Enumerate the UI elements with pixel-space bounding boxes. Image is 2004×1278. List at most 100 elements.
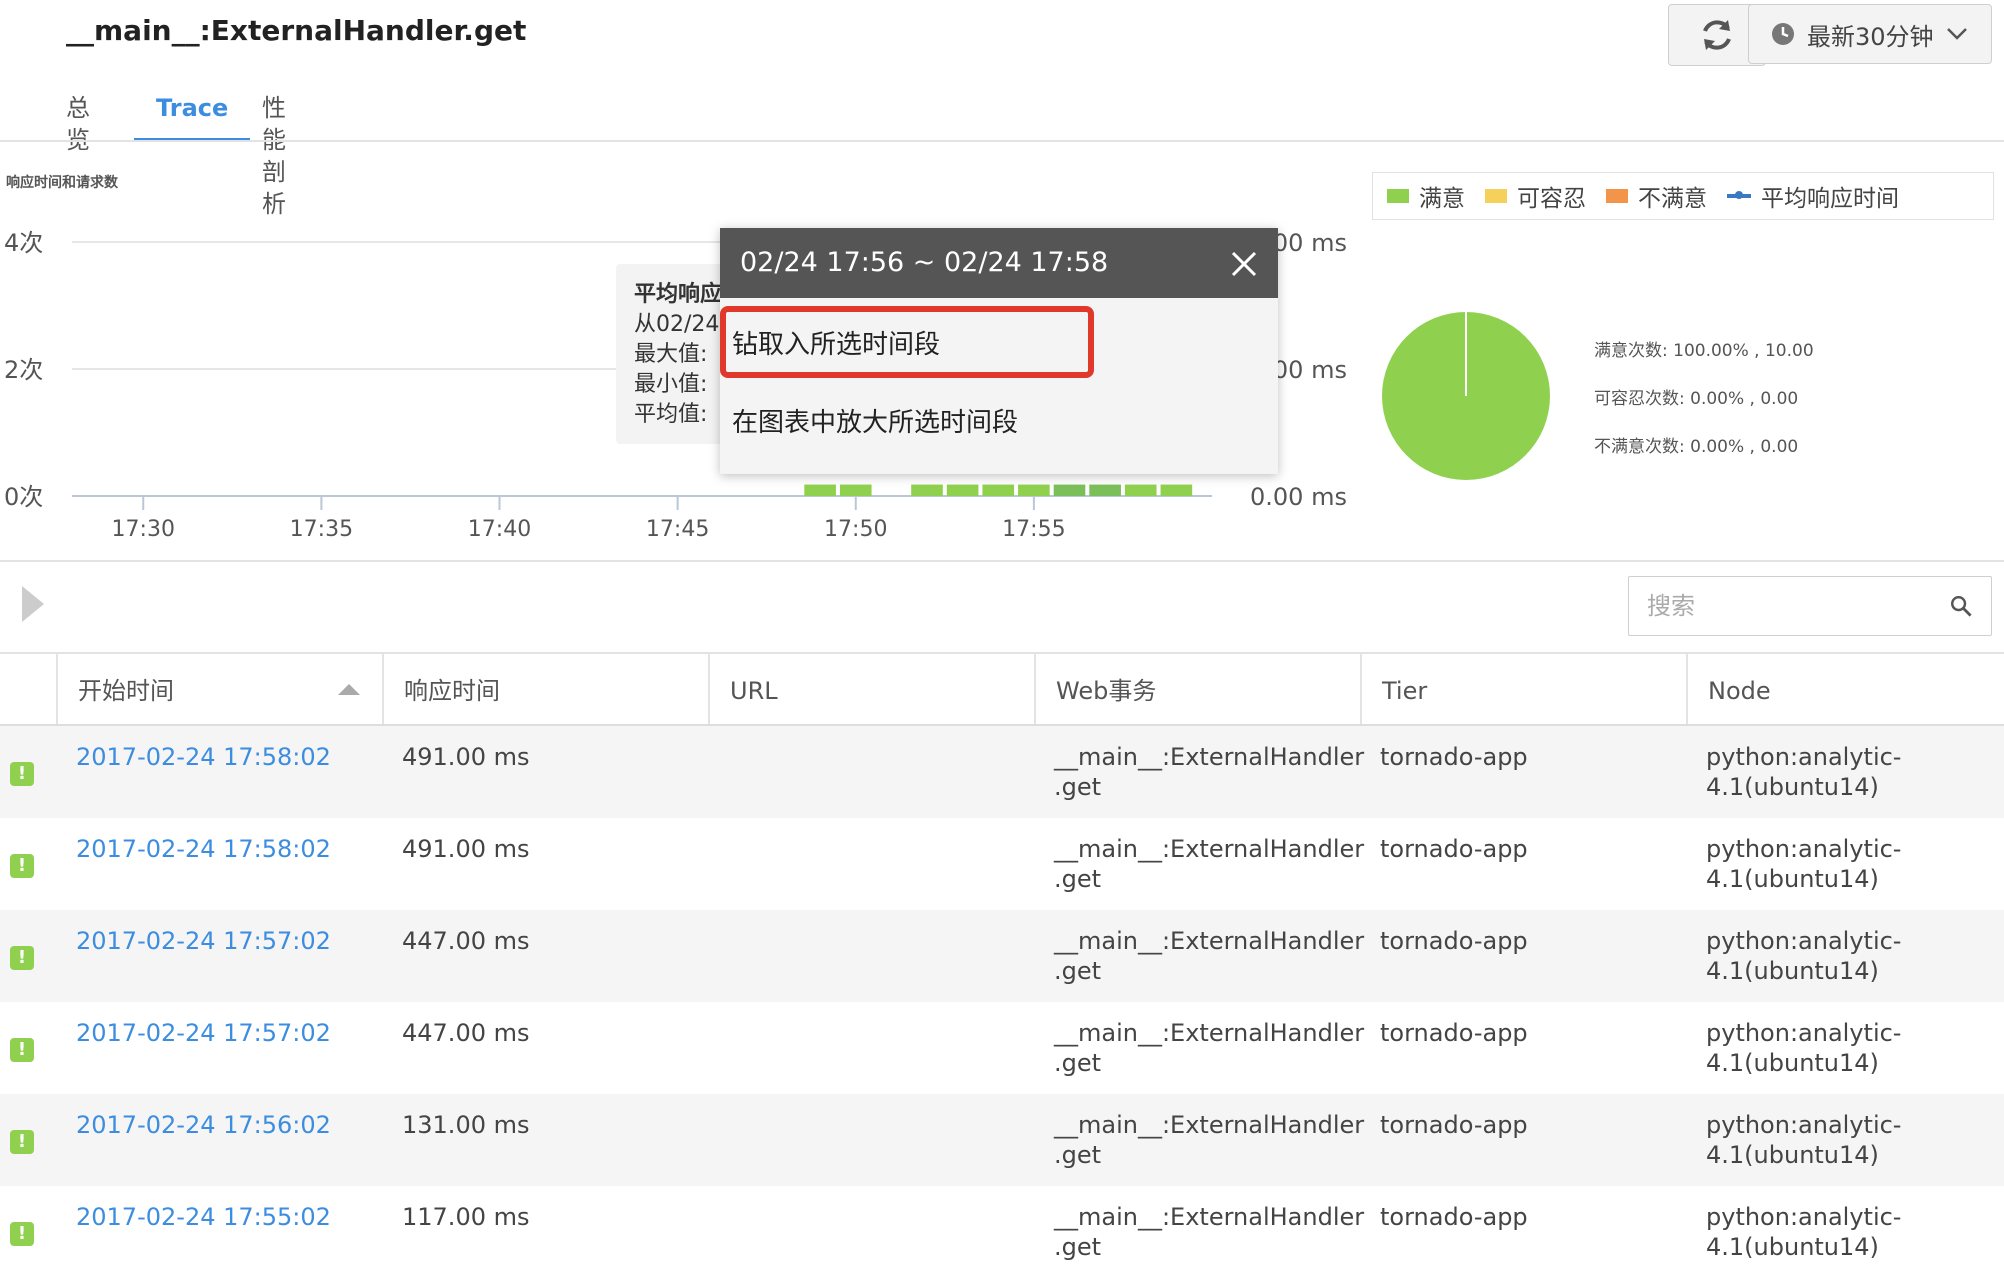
tier-cell: tornado-app [1380,742,1528,772]
start-time-link[interactable]: 2017-02-24 17:56:02 [76,1110,331,1140]
web-transaction-line: __main__:ExternalHandler [1054,743,1365,771]
node-cell-line: 4.1(ubuntu14) [1706,1049,1879,1077]
table-body: ! 2017-02-24 17:58:02 491.00 ms __main__:Ex… [0,726,2004,1278]
tier-cell: tornado-app [1380,1202,1528,1232]
column-header-response-time[interactable]: 响应时间 [382,654,708,724]
column-header-node[interactable]: Node [1686,654,2004,724]
node-cell-line: 4.1(ubuntu14) [1706,773,1879,801]
web-transaction-line: __main__:ExternalHandler [1054,927,1365,955]
tier-cell-line: tornado-app [1380,743,1528,771]
response-time-line: 447.00 ms [402,1019,530,1047]
x-tick-label: 17:30 [112,517,175,542]
start-time-link-line: 2017-02-24 17:57:02 [76,927,331,955]
start-time-link-line: 2017-02-24 17:55:02 [76,1203,331,1231]
column-label: 开始时间 [78,677,174,705]
legend-swatch [1606,189,1628,203]
legend-swatch [1387,189,1409,203]
tier-cell: tornado-app [1380,1018,1528,1048]
y-tick-label: 2次 [4,356,43,384]
close-icon[interactable] [1230,250,1258,278]
x-tick-label: 17:50 [824,517,887,542]
start-time-link[interactable]: 2017-02-24 17:57:02 [76,1018,331,1048]
response-time-line: 491.00 ms [402,743,530,771]
node-cell-line: 4.1(ubuntu14) [1706,1141,1879,1169]
legend-label: 满意 [1419,186,1465,212]
response-time: 491.00 ms [402,834,530,864]
web-transaction-line: __main__:ExternalHandler [1054,1203,1365,1231]
response-time-line: 131.00 ms [402,1111,530,1139]
response-time: 131.00 ms [402,1110,530,1140]
start-time-link[interactable]: 2017-02-24 17:57:02 [76,926,331,956]
chart-bar[interactable] [1053,484,1086,496]
node-cell-line: python:analytic- [1706,1111,1902,1139]
chart-bar[interactable] [1160,484,1193,496]
chart-bar[interactable] [839,484,872,496]
legend-item-satisfied[interactable]: 满意 [1387,179,1465,213]
chart-bar[interactable] [804,484,836,496]
legend-item-avg-response[interactable]: 平均响应时间 [1727,179,1899,213]
start-time-link[interactable]: 2017-02-24 17:58:02 [76,834,331,864]
status-warning-icon: ! [10,1038,34,1062]
pie-stat-tolerable: 可容忍次数: 0.00% , 0.00 [1594,389,1799,409]
expand-arrow-icon[interactable] [22,586,44,622]
tier-cell-line: tornado-app [1380,1019,1528,1047]
node-cell-line: python:analytic- [1706,835,1902,863]
trace-table: 开始时间 响应时间 URL Web事务 Tier Node ! 2017-02-2… [0,652,2004,1278]
response-time: 117.00 ms [402,1202,530,1232]
web-transaction-line: .get [1054,957,1102,985]
zoom-into-range-option[interactable]: 在图表中放大所选时间段 [732,402,1018,439]
web-transaction: __main__:ExternalHandler .get [1054,742,1364,802]
chart-bar[interactable] [982,484,1015,496]
satisfaction-pie-chart[interactable] [1376,306,1556,486]
tab-profiling[interactable]: 性能剖析 [262,92,286,218]
y-tick-label: 4次 [4,229,43,257]
time-range-dropdown[interactable]: 最新30分钟 [1748,4,1992,64]
start-time-link[interactable]: 2017-02-24 17:58:02 [76,742,331,772]
table-row[interactable]: ! 2017-02-24 17:58:02 491.00 ms __main__:Ex… [0,818,2004,910]
chart-bar[interactable] [1018,484,1050,496]
node-cell-line: python:analytic- [1706,1019,1902,1047]
table-row[interactable]: ! 2017-02-24 17:55:02 117.00 ms __main__:Ex… [0,1186,2004,1278]
node-cell-line: 4.1(ubuntu14) [1706,865,1879,893]
tier-cell: tornado-app [1380,1110,1528,1140]
column-header-start-time[interactable]: 开始时间 [56,654,382,724]
search-icon[interactable] [1949,591,1973,621]
legend-item-frustrated[interactable]: 不满意 [1606,179,1707,213]
node-cell-line: 4.1(ubuntu14) [1706,1233,1879,1261]
column-header-url[interactable]: URL [708,654,1034,724]
web-transaction: __main__:ExternalHandler .get [1054,834,1364,894]
column-header-tier[interactable]: Tier [1360,654,1686,724]
start-time-link[interactable]: 2017-02-24 17:55:02 [76,1202,331,1232]
web-transaction-line: __main__:ExternalHandler [1054,1111,1365,1139]
response-time: 447.00 ms [402,1018,530,1048]
chart-bar[interactable] [1124,484,1157,496]
tier-cell: tornado-app [1380,926,1528,956]
table-row[interactable]: ! 2017-02-24 17:56:02 131.00 ms __main__:Ex… [0,1094,2004,1186]
popup-title: 02/24 17:56 ~ 02/24 17:58 [740,247,1109,278]
web-transaction-line: .get [1054,773,1102,801]
divider [0,140,2004,142]
search-input[interactable] [1645,591,1949,621]
table-header: 开始时间 响应时间 URL Web事务 Tier Node [0,652,2004,726]
web-transaction-line: __main__:ExternalHandler [1054,835,1365,863]
node-cell: python:analytic- 4.1(ubuntu14) [1706,926,1901,986]
response-time-line: 447.00 ms [402,927,530,955]
column-header-web-transaction[interactable]: Web事务 [1034,654,1360,724]
tab-trace[interactable]: Trace [134,92,251,142]
chart-bar[interactable] [1089,484,1121,496]
tab-overview[interactable]: 总览 [66,92,90,154]
start-time-link-line: 2017-02-24 17:58:02 [76,743,331,771]
sort-ascending-icon [338,684,360,695]
start-time-link-line: 2017-02-24 17:56:02 [76,1111,331,1139]
table-row[interactable]: ! 2017-02-24 17:58:02 491.00 ms __main__:Ex… [0,726,2004,818]
node-cell: python:analytic- 4.1(ubuntu14) [1706,1110,1901,1170]
web-transaction-line: .get [1054,865,1102,893]
table-row[interactable]: ! 2017-02-24 17:57:02 447.00 ms __main__:Ex… [0,910,2004,1002]
time-range-label: 最新30分钟 [1807,22,1934,51]
node-cell: python:analytic- 4.1(ubuntu14) [1706,834,1901,894]
chart-bar[interactable] [911,484,943,496]
chart-bar[interactable] [946,484,979,496]
popup-header: 02/24 17:56 ~ 02/24 17:58 [720,228,1278,298]
table-row[interactable]: ! 2017-02-24 17:57:02 447.00 ms __main__:Ex… [0,1002,2004,1094]
legend-item-tolerable[interactable]: 可容忍 [1485,179,1586,213]
